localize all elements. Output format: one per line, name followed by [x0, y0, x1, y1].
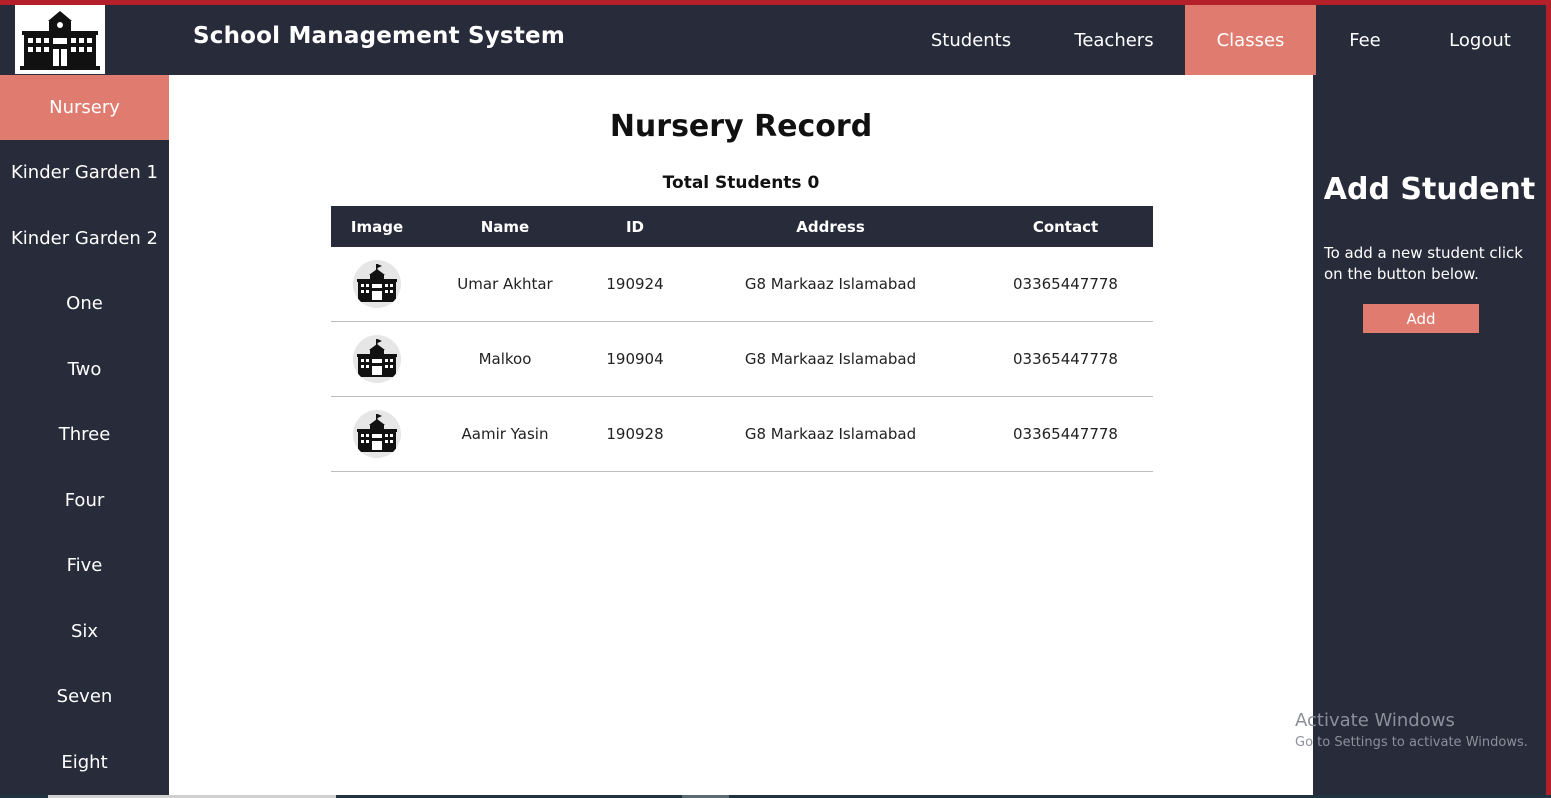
- row-image-cell: [331, 397, 423, 471]
- nav-students[interactable]: Students: [901, 5, 1041, 75]
- table-row[interactable]: Aamir Yasin 190928 G8 Markaaz Islamabad …: [331, 397, 1153, 472]
- table-header: Image Name ID Address Contact: [331, 206, 1153, 247]
- school-logo-icon[interactable]: [15, 5, 105, 74]
- row-image-cell: [331, 247, 423, 321]
- row-name: Aamir Yasin: [461, 425, 549, 443]
- row-id: 190904: [606, 350, 664, 368]
- watermark-line1: Activate Windows: [1295, 710, 1455, 731]
- nav-logout[interactable]: Logout: [1414, 5, 1546, 75]
- header-name: Name: [480, 217, 530, 236]
- main-content: Nursery Record Total Students 0 Image Na…: [169, 75, 1313, 795]
- sidebar-item-six[interactable]: Six: [0, 599, 169, 664]
- header-contact: Contact: [1032, 217, 1099, 236]
- header-image: Image: [350, 217, 404, 236]
- table-row[interactable]: Umar Akhtar 190924 G8 Markaaz Islamabad …: [331, 247, 1153, 322]
- add-student-button[interactable]: Add: [1363, 304, 1479, 333]
- header-id: ID: [625, 217, 645, 236]
- sidebar-item-kinder-garden-1[interactable]: Kinder Garden 1: [0, 140, 169, 205]
- table-row[interactable]: Malkoo 190904 G8 Markaaz Islamabad 03365…: [331, 322, 1153, 397]
- row-contact: 03365447778: [1013, 425, 1118, 443]
- row-image-cell: [331, 322, 423, 396]
- sidebar-item-seven[interactable]: Seven: [0, 664, 169, 729]
- add-student-title: Add Student: [1323, 172, 1536, 207]
- row-name: Malkoo: [478, 350, 532, 368]
- sidebar-item-one[interactable]: One: [0, 271, 169, 336]
- school-icon: [353, 335, 401, 383]
- class-sidebar: Nursery Kinder Garden 1 Kinder Garden 2 …: [0, 75, 169, 798]
- nav-classes[interactable]: Classes: [1185, 5, 1316, 75]
- row-address: G8 Markaaz Islamabad: [744, 425, 917, 443]
- row-id: 190928: [606, 425, 664, 443]
- app-title: School Management System: [193, 23, 565, 49]
- row-address: G8 Markaaz Islamabad: [744, 350, 917, 368]
- window-right-border: [1546, 0, 1551, 798]
- sidebar-item-four[interactable]: Four: [0, 468, 169, 533]
- header-address: Address: [796, 217, 865, 236]
- add-student-panel: Add Student To add a new student click o…: [1313, 75, 1546, 798]
- sidebar-item-five[interactable]: Five: [0, 533, 169, 598]
- sidebar-item-nursery[interactable]: Nursery: [0, 75, 169, 140]
- total-students-label: Total Students 0: [662, 173, 820, 193]
- row-name: Umar Akhtar: [457, 275, 553, 293]
- watermark-line2: Go to Settings to activate Windows.: [1295, 735, 1528, 750]
- row-contact: 03365447778: [1013, 275, 1118, 293]
- sidebar-item-three[interactable]: Three: [0, 402, 169, 467]
- row-contact: 03365447778: [1013, 350, 1118, 368]
- nav-teachers[interactable]: Teachers: [1043, 5, 1185, 75]
- sidebar-item-kinder-garden-2[interactable]: Kinder Garden 2: [0, 206, 169, 271]
- school-icon: [353, 410, 401, 458]
- row-address: G8 Markaaz Islamabad: [744, 275, 917, 293]
- activate-windows-watermark: Activate Windows Go to Settings to activ…: [1295, 710, 1528, 750]
- page-title: Nursery Record: [609, 109, 873, 144]
- sidebar-item-eight[interactable]: Eight: [0, 730, 169, 795]
- row-id: 190924: [606, 275, 664, 293]
- add-student-description: To add a new student click on the button…: [1324, 244, 1523, 283]
- top-navbar: School Management System Students Teache…: [0, 5, 1546, 75]
- school-icon: [353, 260, 401, 308]
- students-table: Image Name ID Address Contact Umar Akhta…: [331, 206, 1153, 472]
- sidebar-item-two[interactable]: Two: [0, 337, 169, 402]
- nav-fee[interactable]: Fee: [1316, 5, 1414, 75]
